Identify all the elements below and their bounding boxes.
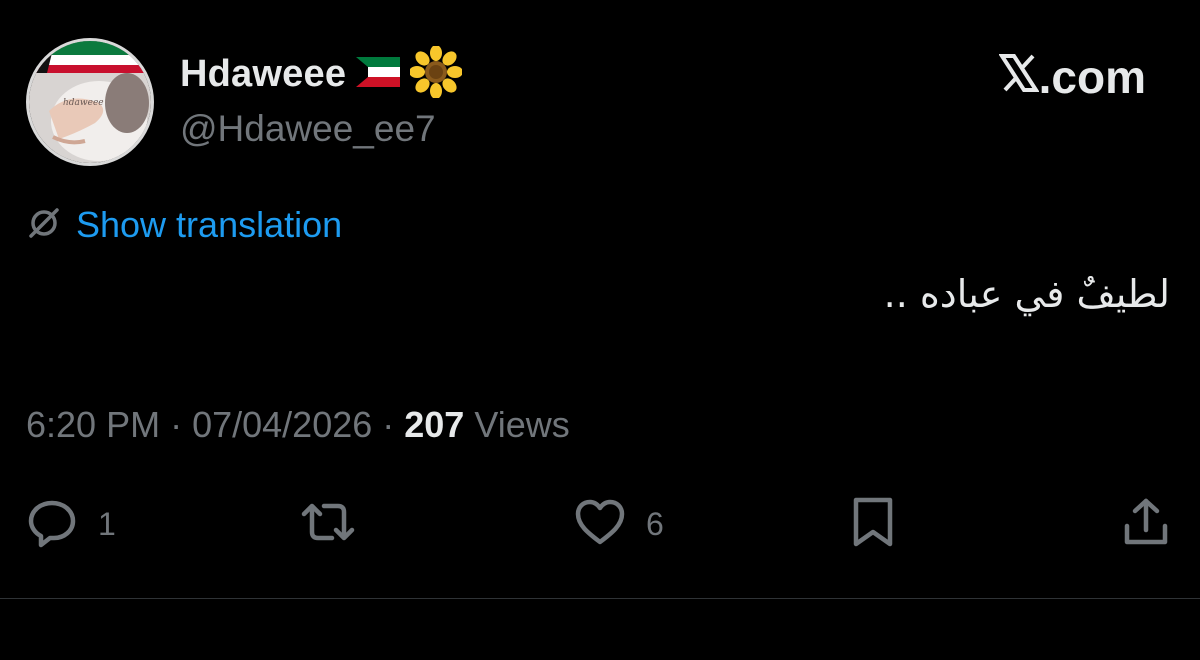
- views-label: Views: [464, 404, 570, 445]
- sunflower-icon: [409, 44, 464, 103]
- avatar[interactable]: hdaweee: [26, 38, 154, 166]
- user-handle[interactable]: @Hdawee_ee7: [180, 108, 436, 150]
- tweet-time[interactable]: 6:20 PM: [26, 404, 160, 446]
- views-count: 207: [404, 404, 465, 445]
- heart-icon: [572, 494, 628, 555]
- share-icon: [1118, 494, 1174, 555]
- display-name[interactable]: Hdaweee: [180, 53, 346, 96]
- tweet-card: hdaweee Hdaweee @Hdawee_ee7 .com Show tr…: [0, 0, 1200, 660]
- action-bar: 1 6: [0, 494, 1200, 554]
- reply-count: 1: [98, 505, 116, 542]
- divider: [0, 598, 1200, 599]
- like-count: 6: [646, 505, 664, 542]
- site-label: .com: [1038, 51, 1146, 103]
- show-translation-link[interactable]: Show translation: [76, 204, 342, 246]
- site-watermark: .com: [997, 50, 1146, 104]
- reply-button[interactable]: 1: [24, 494, 116, 554]
- meta-separator: ·: [372, 404, 405, 445]
- tweet-text: لطيفٌ في عباده ..: [883, 272, 1170, 316]
- bookmark-button[interactable]: [846, 494, 900, 554]
- tweet-meta: 6:20 PM · 07/04/2026 · 207 Views: [26, 404, 570, 446]
- tweet-date[interactable]: 07/04/2026: [192, 404, 372, 446]
- avatar-image: hdaweee: [29, 41, 151, 163]
- svg-text:hdaweee: hdaweee: [63, 98, 104, 108]
- meta-separator: ·: [160, 404, 193, 445]
- share-button[interactable]: [1118, 494, 1174, 554]
- like-button[interactable]: 6: [572, 494, 664, 554]
- retweet-button[interactable]: [298, 494, 376, 554]
- kuwait-flag-icon: [356, 56, 401, 92]
- translation-row[interactable]: Show translation: [26, 204, 342, 246]
- bookmark-icon: [846, 494, 900, 555]
- reply-icon: [24, 494, 80, 555]
- display-name-row: Hdaweee: [180, 44, 464, 103]
- x-logo-icon: [997, 50, 1040, 104]
- translate-icon: [26, 205, 62, 246]
- retweet-icon: [298, 494, 358, 555]
